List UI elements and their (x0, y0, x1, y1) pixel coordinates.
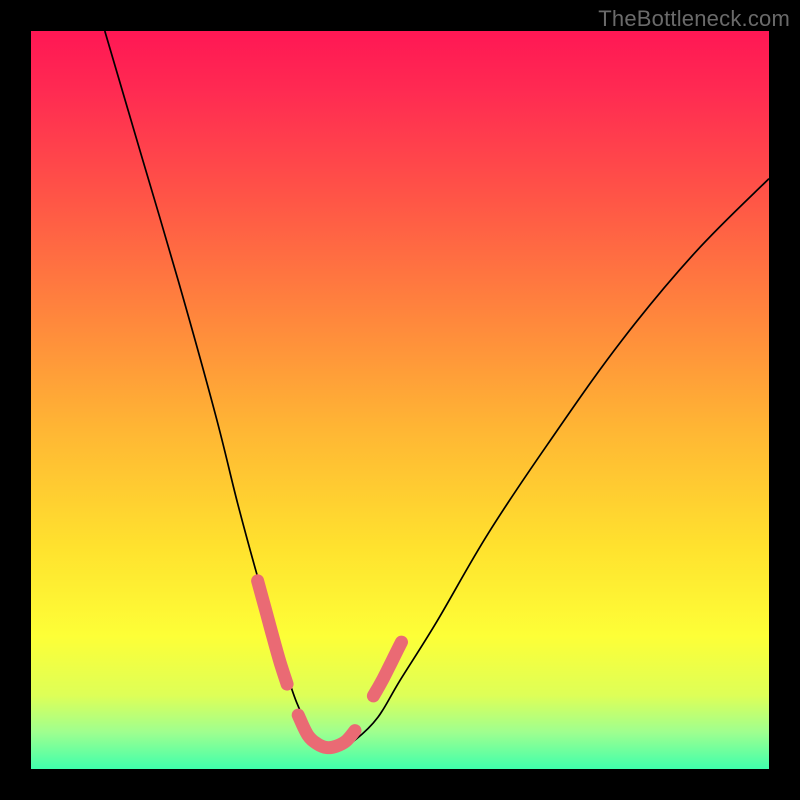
accent-highlight-group (258, 581, 402, 748)
bottleneck-curve (105, 31, 769, 748)
chart-svg (31, 31, 769, 769)
accent-valley-floor (298, 715, 355, 748)
accent-left-descent (258, 581, 288, 684)
accent-right-ascent (373, 642, 401, 696)
chart-plot-area (31, 31, 769, 769)
watermark-text: TheBottleneck.com (598, 6, 790, 32)
